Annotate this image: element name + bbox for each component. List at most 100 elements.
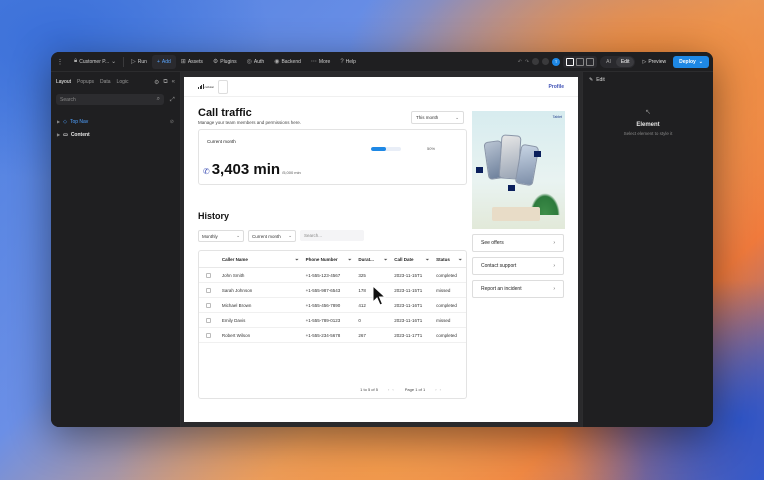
row-select-cell bbox=[199, 287, 219, 293]
interval-select[interactable]: Monthly ⌄ bbox=[198, 230, 244, 242]
tree-item-top-nav[interactable]: ▶ ◇ Top Nav ⊘ bbox=[57, 115, 174, 128]
column-call-date[interactable]: Call Date ⏷ bbox=[391, 257, 433, 262]
row-checkbox[interactable] bbox=[206, 272, 212, 278]
left-tab-icons: ⚙ ⧉ « bbox=[154, 79, 175, 86]
auth-button[interactable]: ◎ Auth bbox=[242, 55, 270, 69]
history-icon[interactable] bbox=[542, 58, 550, 65]
table-row[interactable]: Michael Brown +1-555-456-7890 412 2023-11-1… bbox=[199, 298, 466, 313]
cell-phone-number: +1-555-234-5678 bbox=[305, 332, 341, 338]
usage-value: ✆ 3,403 min /5,000 min bbox=[203, 161, 301, 178]
undo-icon[interactable]: ↶ bbox=[518, 59, 522, 65]
filter-icon[interactable]: ⏷ bbox=[348, 257, 351, 262]
nav-placeholder bbox=[218, 79, 229, 94]
desktop-icon[interactable] bbox=[566, 57, 575, 66]
design-canvas: cellular Profile Call traffic Manage you… bbox=[181, 72, 582, 427]
mode-edit[interactable]: Edit bbox=[615, 56, 635, 67]
chevron-right-icon: › bbox=[553, 263, 555, 269]
promo-banner[interactable]: Tablet bbox=[472, 111, 565, 229]
row-checkbox[interactable] bbox=[206, 317, 212, 323]
row-checkbox[interactable] bbox=[206, 302, 212, 308]
mode-toggle: AI Edit bbox=[600, 55, 636, 68]
usage-percent: 50% bbox=[427, 146, 436, 151]
collapse-icon[interactable]: « bbox=[172, 79, 175, 86]
puzzle-icon: ⚙ bbox=[212, 59, 219, 65]
pagination-page: Page 1 of 1 bbox=[404, 387, 426, 392]
link-icon[interactable]: ⊘ bbox=[170, 119, 174, 125]
cell-caller-name: Sarah Johnson bbox=[221, 287, 253, 293]
avatar[interactable]: T bbox=[552, 57, 561, 66]
plugins-button[interactable]: ⚙ Plugins bbox=[208, 55, 242, 69]
right-panel-header: ✎ Edit bbox=[589, 77, 605, 83]
comment-icon[interactable] bbox=[532, 58, 540, 65]
user-icon: ◎ bbox=[246, 59, 252, 65]
table-pagination: 1 to 5 of 5 ‹ ‹ Page 1 of 1 › › bbox=[360, 387, 442, 392]
chevron-down-icon: ⌄ bbox=[698, 58, 703, 65]
column-caller-name[interactable]: Caller Name ⏷ bbox=[219, 257, 303, 262]
run-button[interactable]: ▷ Run bbox=[126, 55, 152, 69]
price-tag bbox=[508, 185, 516, 191]
logo: cellular bbox=[198, 84, 214, 89]
preview-button[interactable]: ▷ Preview bbox=[638, 59, 670, 65]
right-panel: ✎ Edit ↖ Element Select element to style… bbox=[582, 72, 713, 427]
table-row[interactable]: Robert Wilson +1-555-234-5678 267 2023-11-1… bbox=[199, 328, 466, 343]
layers-icon[interactable]: ⧉ bbox=[163, 79, 167, 86]
play-icon: ▷ bbox=[131, 59, 136, 65]
divider bbox=[123, 56, 125, 67]
settings-icon[interactable]: ⚙ bbox=[154, 79, 159, 86]
see-offers-button[interactable]: See offers › bbox=[472, 234, 564, 252]
tab-data[interactable]: Data bbox=[100, 79, 111, 85]
mode-ai[interactable]: AI bbox=[601, 57, 616, 67]
menu-icon[interactable]: ⋮ bbox=[51, 52, 69, 72]
more-button[interactable]: ⋯ More bbox=[306, 55, 335, 69]
chevron-right-icon: › bbox=[553, 240, 555, 246]
mobile-icon[interactable] bbox=[586, 57, 595, 66]
column-phone-number[interactable]: Phone Number ⏷ bbox=[303, 257, 356, 262]
grid-icon: ⊞ bbox=[180, 59, 186, 65]
help-button[interactable]: ? Help bbox=[335, 55, 361, 69]
filter-icon[interactable]: ⏷ bbox=[295, 257, 298, 262]
usage-limit: /5,000 min bbox=[282, 170, 301, 175]
more-icon: ⋯ bbox=[310, 59, 317, 65]
history-filters: Monthly ⌄ Current month ⌄ Search... bbox=[198, 230, 364, 242]
month-select[interactable]: Current month ⌄ bbox=[248, 230, 296, 242]
chevron-right-icon: ▶ bbox=[57, 132, 61, 137]
cell-duration: 0 bbox=[358, 317, 361, 323]
tab-popups[interactable]: Popups bbox=[77, 79, 94, 85]
column-duration[interactable]: Durat... ⏷ bbox=[355, 257, 391, 262]
add-button[interactable]: + Add bbox=[151, 54, 176, 69]
row-checkbox[interactable] bbox=[206, 287, 212, 293]
project-selector[interactable]: 🔒︎ Customer P... ⌄ bbox=[69, 55, 121, 69]
column-status[interactable]: Status ⏷ bbox=[433, 257, 466, 262]
tree-item-content[interactable]: ▶ ▭ Content bbox=[57, 128, 174, 141]
prev-page-icon[interactable]: ‹ ‹ bbox=[388, 387, 395, 392]
next-page-icon[interactable]: › › bbox=[435, 387, 442, 392]
chevron-down-icon: ⌄ bbox=[111, 59, 117, 65]
usage-minutes: 3,403 min bbox=[211, 161, 281, 178]
redo-icon[interactable]: ↷ bbox=[525, 59, 529, 65]
row-checkbox[interactable] bbox=[206, 332, 212, 338]
expand-icon[interactable]: ⤢ bbox=[170, 97, 175, 104]
usage-label: Current month bbox=[207, 139, 236, 144]
assets-button[interactable]: ⊞ Assets bbox=[176, 55, 208, 69]
call-history-table: Caller Name ⏷ Phone Number ⏷ Durat... ⏷ Cal… bbox=[198, 250, 467, 399]
report-incident-button[interactable]: Report an incident › bbox=[472, 280, 564, 298]
tab-layout[interactable]: Layout bbox=[56, 79, 71, 85]
cell-status: missed bbox=[436, 317, 451, 323]
table-row[interactable]: Emily Davis +1-555-789-0123 0 2023-11-16T1 m… bbox=[199, 313, 466, 328]
filter-icon[interactable]: ⏷ bbox=[426, 257, 429, 262]
deploy-button[interactable]: Deploy ⌄ bbox=[673, 55, 709, 68]
table-row[interactable]: John Smith +1-555-123-4567 325 2023-11-15T1… bbox=[199, 268, 466, 283]
contact-support-button[interactable]: Contact support › bbox=[472, 257, 564, 275]
tab-logic[interactable]: Logic bbox=[117, 79, 129, 85]
layer-search-input[interactable]: Search ⌕ bbox=[56, 94, 164, 105]
filter-icon[interactable]: ⏷ bbox=[384, 257, 387, 262]
filter-icon[interactable]: ⏷ bbox=[459, 257, 462, 262]
backend-button[interactable]: ◉ Backend bbox=[269, 55, 306, 69]
table-row[interactable]: Sarah Johnson +1-555-987-6543 178 2023-11-1… bbox=[199, 283, 466, 298]
period-select[interactable]: This month ⌄ bbox=[411, 111, 464, 124]
history-search-input[interactable]: Search... bbox=[300, 230, 364, 241]
tablet-icon[interactable] bbox=[576, 57, 585, 66]
phone-icon: ✆ bbox=[203, 167, 210, 176]
profile-link[interactable]: Profile bbox=[548, 84, 564, 90]
chevron-down-icon: ⌄ bbox=[236, 233, 240, 238]
